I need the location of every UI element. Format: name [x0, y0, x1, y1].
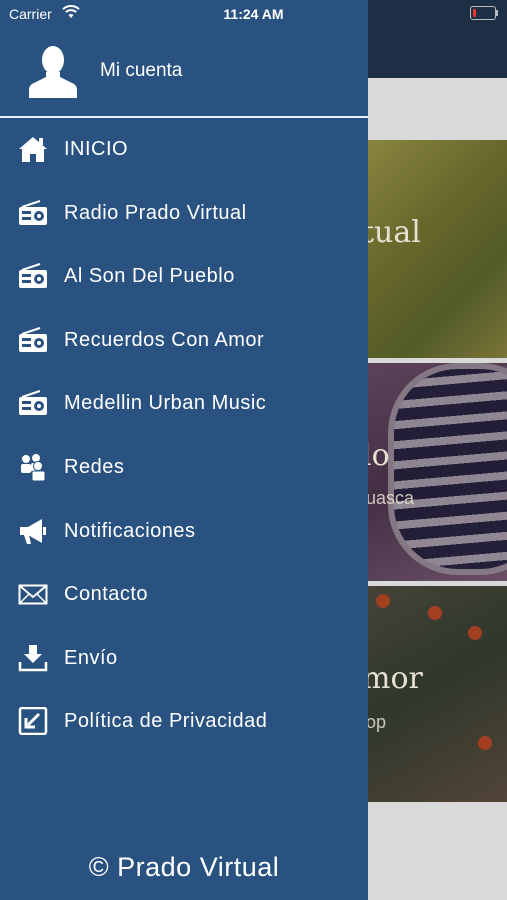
navigation-drawer: Mi cuenta INICIO Radio Prado Virtual Al … [0, 0, 368, 900]
menu-item-label: Redes [64, 455, 125, 478]
card-title: lo [368, 438, 390, 473]
battery-icon [470, 6, 498, 20]
station-card-3[interactable]: mor op [368, 586, 507, 802]
radio-icon [19, 199, 47, 225]
card-title: tual [368, 215, 421, 250]
status-bar: Carrier 11:24 AM [0, 0, 507, 28]
radio-icon [19, 326, 47, 352]
menu-item-recuerdos-con-amor[interactable]: Recuerdos Con Amor [0, 308, 368, 372]
menu-item-notificaciones[interactable]: Notificaciones [0, 499, 368, 563]
megaphone-icon [20, 518, 46, 544]
menu-item-label: Notificaciones [64, 519, 196, 542]
menu-item-radio-prado-virtual[interactable]: Radio Prado Virtual [0, 181, 368, 245]
menu-item-label: Política de Privacidad [64, 710, 268, 733]
menu-item-redes[interactable]: Redes [0, 435, 368, 499]
menu-item-label: INICIO [64, 138, 129, 160]
menu-item-contacto[interactable]: Contacto [0, 562, 368, 626]
users-icon [21, 453, 46, 481]
account-row[interactable]: Mi cuenta [0, 30, 368, 118]
radio-icon [19, 263, 47, 289]
radio-icon [19, 390, 47, 416]
envelope-icon [18, 584, 48, 605]
menu-item-politica-de-privacidad[interactable]: Política de Privacidad [0, 689, 368, 753]
account-label: Mi cuenta [100, 60, 183, 81]
external-arrow-icon [18, 707, 48, 736]
menu-item-label: Medellin Urban Music [64, 392, 267, 415]
menu-item-label: Recuerdos Con Amor [64, 328, 265, 351]
menu-item-label: Radio Prado Virtual [64, 201, 247, 224]
station-card-2[interactable]: lo uasca [368, 363, 507, 581]
home-icon [19, 137, 47, 162]
menu-item-label: Al Son Del Pueblo [64, 265, 235, 288]
menu-item-envio[interactable]: Envío [0, 626, 368, 690]
card-subtitle: uasca [368, 488, 415, 508]
menu-item-inicio[interactable]: INICIO [0, 117, 368, 181]
download-icon [18, 644, 48, 671]
menu-item-label: Envío [64, 646, 118, 669]
user-silhouette-icon [29, 46, 77, 98]
footer-copyright: © Prado Virtual [88, 852, 280, 882]
clock: 11:24 AM [223, 6, 284, 22]
station-card-1[interactable]: tual [368, 140, 507, 358]
menu-item-label: Contacto [64, 583, 149, 606]
menu-item-al-son-del-pueblo[interactable]: Al Son Del Pueblo [0, 244, 368, 308]
card-subtitle: op [368, 712, 387, 732]
menu-item-medellin-urban-music[interactable]: Medellin Urban Music [0, 371, 368, 435]
drawer-menu: INICIO Radio Prado Virtual Al Son Del Pu… [0, 117, 368, 753]
card-title: mor [368, 661, 423, 696]
